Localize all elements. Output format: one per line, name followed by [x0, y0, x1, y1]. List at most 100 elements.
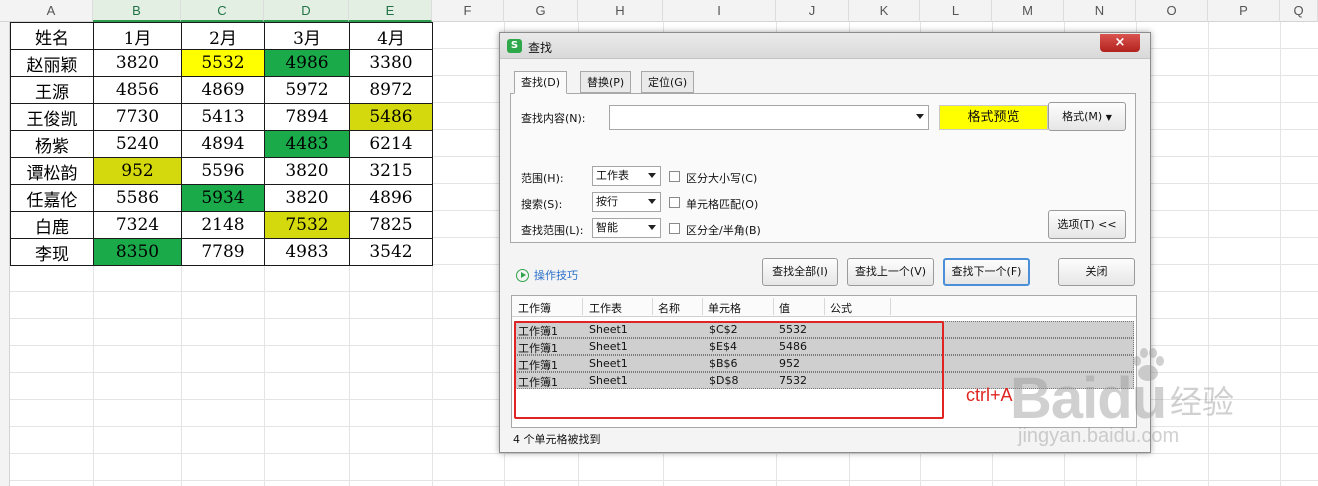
- table-cell[interactable]: 李现: [10, 238, 94, 266]
- col-header-o[interactable]: O: [1136, 0, 1208, 22]
- results-col-value[interactable]: 值: [779, 300, 790, 316]
- find-prev-button[interactable]: 查找上一个(V): [847, 258, 934, 286]
- results-col-workbook[interactable]: 工作簿: [518, 300, 551, 316]
- table-cell[interactable]: 8972: [349, 76, 433, 104]
- table-cell[interactable]: 谭松韵: [10, 157, 94, 185]
- tab-replace[interactable]: 替换(P): [580, 71, 632, 93]
- table-cell[interactable]: 7789: [181, 238, 265, 266]
- find-all-button[interactable]: 查找全部(I): [762, 258, 838, 286]
- col-header-j[interactable]: J: [776, 0, 849, 22]
- table-cell[interactable]: 3820: [93, 49, 182, 77]
- table-header-cell[interactable]: 1月: [93, 22, 182, 50]
- table-cell[interactable]: 3215: [349, 157, 433, 185]
- width-option-label: 区分全/半角(B): [686, 224, 761, 237]
- table-cell[interactable]: 5596: [181, 157, 265, 185]
- table-cell[interactable]: 4856: [93, 76, 182, 104]
- table-cell[interactable]: 4894: [181, 130, 265, 158]
- table-cell[interactable]: 3542: [349, 238, 433, 266]
- table-header-cell[interactable]: 4月: [349, 22, 433, 50]
- tips-link[interactable]: 操作技巧: [516, 267, 578, 283]
- column-divider: [702, 298, 703, 315]
- col-header-e[interactable]: E: [349, 0, 432, 22]
- table-cell[interactable]: 5413: [181, 103, 265, 131]
- table-cell[interactable]: 952: [93, 157, 182, 185]
- table-cell[interactable]: 4896: [349, 184, 433, 212]
- col-header-h[interactable]: H: [578, 0, 663, 22]
- tab-find[interactable]: 查找(D): [514, 71, 568, 94]
- table-cell[interactable]: 4983: [264, 238, 350, 266]
- table-cell[interactable]: 2148: [181, 211, 265, 239]
- col-header-i[interactable]: I: [663, 0, 776, 22]
- table-cell[interactable]: 杨紫: [10, 130, 94, 158]
- results-col-sheet[interactable]: 工作表: [589, 300, 622, 316]
- table-cell[interactable]: 5972: [264, 76, 350, 104]
- table-cell[interactable]: 3820: [264, 157, 350, 185]
- table-header-cell[interactable]: 3月: [264, 22, 350, 50]
- table-cell[interactable]: 7894: [264, 103, 350, 131]
- col-header-d[interactable]: D: [264, 0, 349, 22]
- col-header-b[interactable]: B: [93, 0, 181, 22]
- dropdown-arrow-icon[interactable]: [916, 114, 924, 119]
- table-cell[interactable]: 5486: [349, 103, 433, 131]
- table-row: 任嘉伦 5586 5934 3820 4896: [10, 184, 433, 212]
- width-checkbox[interactable]: [669, 223, 680, 234]
- cell-match-checkbox[interactable]: [669, 197, 680, 208]
- table-header-row: 姓名 1月 2月 3月 4月: [10, 22, 433, 50]
- table-header-cell[interactable]: 姓名: [10, 22, 94, 50]
- table-cell[interactable]: 任嘉伦: [10, 184, 94, 212]
- col-header-p[interactable]: P: [1208, 0, 1280, 22]
- table-cell[interactable]: 3820: [264, 184, 350, 212]
- table-cell[interactable]: 3380: [349, 49, 433, 77]
- tab-goto[interactable]: 定位(G): [641, 71, 695, 93]
- case-checkbox[interactable]: [669, 171, 680, 182]
- table-cell[interactable]: 5934: [181, 184, 265, 212]
- options-button[interactable]: 选项(T) <<: [1048, 210, 1126, 239]
- col-header-c[interactable]: C: [181, 0, 264, 22]
- col-header-q[interactable]: Q: [1280, 0, 1318, 22]
- table-cell[interactable]: 赵丽颖: [10, 49, 94, 77]
- table-cell[interactable]: 5586: [93, 184, 182, 212]
- col-header-g[interactable]: G: [504, 0, 578, 22]
- scope-select[interactable]: 工作表: [592, 166, 661, 186]
- search-select[interactable]: 按行: [592, 192, 661, 212]
- table-cell[interactable]: 4986: [264, 49, 350, 77]
- find-next-button[interactable]: 查找下一个(F): [943, 258, 1030, 286]
- table-cell[interactable]: 8350: [93, 238, 182, 266]
- table-cell[interactable]: 王俊凯: [10, 103, 94, 131]
- table-header-cell[interactable]: 2月: [181, 22, 265, 50]
- col-header-k[interactable]: K: [849, 0, 920, 22]
- col-header-l[interactable]: L: [920, 0, 992, 22]
- table-cell[interactable]: 5240: [93, 130, 182, 158]
- column-headers: A B C D E F G H I J K L M N O P Q: [0, 0, 1318, 22]
- table-cell[interactable]: 白鹿: [10, 211, 94, 239]
- table-cell[interactable]: 7730: [93, 103, 182, 131]
- table-cell[interactable]: 6214: [349, 130, 433, 158]
- find-input[interactable]: [609, 105, 929, 130]
- table-cell[interactable]: 王源: [10, 76, 94, 104]
- column-divider: [824, 298, 825, 315]
- table-cell[interactable]: 4869: [181, 76, 265, 104]
- dialog-title: 查找: [528, 41, 553, 55]
- results-col-cell[interactable]: 单元格: [708, 300, 741, 316]
- table-cell[interactable]: 4483: [264, 130, 350, 158]
- dialog-titlebar[interactable]: S 查找 ×: [500, 33, 1150, 59]
- results-col-formula[interactable]: 公式: [830, 300, 852, 316]
- tips-link-label: 操作技巧: [534, 269, 578, 282]
- format-button[interactable]: 格式(M) ▼: [1048, 102, 1126, 131]
- col-header-m[interactable]: M: [992, 0, 1064, 22]
- table-cell[interactable]: 7324: [93, 211, 182, 239]
- col-header-n[interactable]: N: [1064, 0, 1136, 22]
- format-preview: 格式预览: [939, 105, 1048, 130]
- results-col-name[interactable]: 名称: [658, 300, 680, 316]
- close-button[interactable]: 关闭: [1058, 258, 1135, 286]
- table-row: 杨紫 5240 4894 4483 6214: [10, 130, 433, 158]
- table-row: 谭松韵 952 5596 3820 3215: [10, 157, 433, 185]
- table-cell[interactable]: 7532: [264, 211, 350, 239]
- col-header-f[interactable]: F: [432, 0, 504, 22]
- watermark-url: jingyan.baidu.com: [1018, 425, 1180, 447]
- table-cell[interactable]: 5532: [181, 49, 265, 77]
- lookin-select[interactable]: 智能: [592, 218, 661, 238]
- col-header-a[interactable]: A: [10, 0, 93, 22]
- close-icon[interactable]: ×: [1100, 34, 1140, 52]
- table-cell[interactable]: 7825: [349, 211, 433, 239]
